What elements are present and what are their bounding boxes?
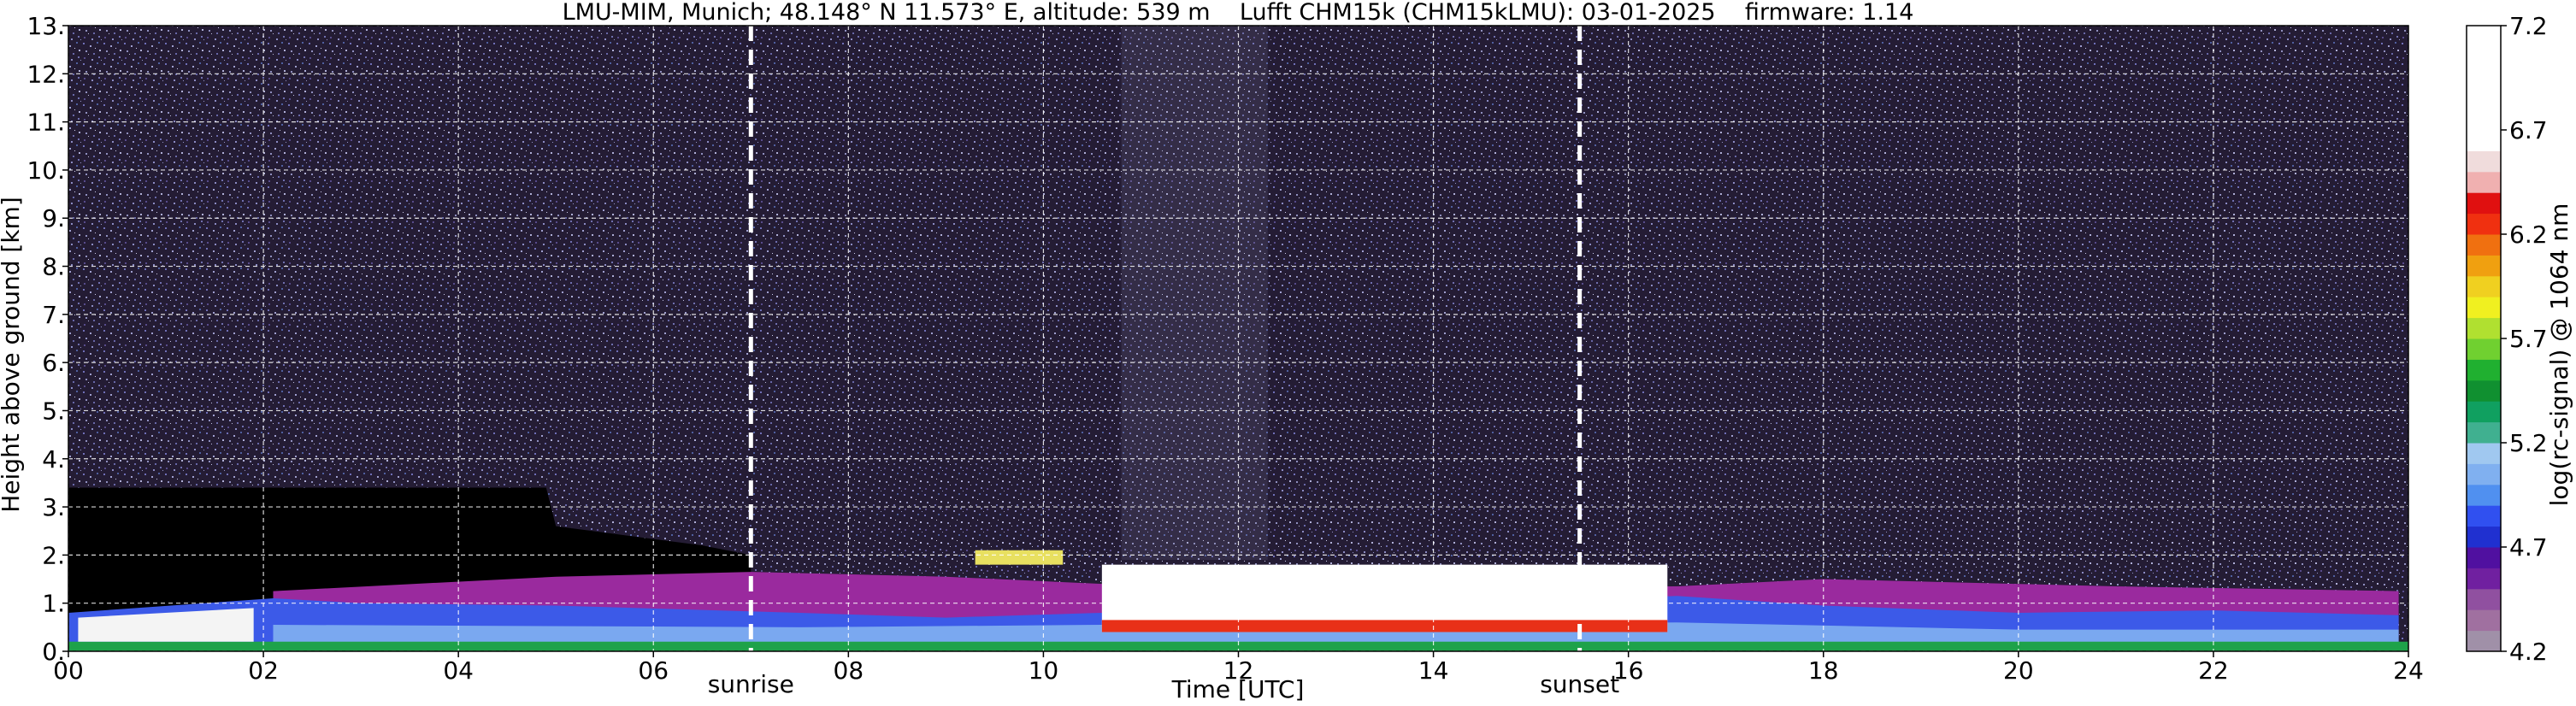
colorbar-segment bbox=[2467, 67, 2501, 89]
colorbar-segment bbox=[2467, 26, 2501, 47]
colorbar-segment bbox=[2467, 401, 2501, 423]
colorbar-segment bbox=[2467, 526, 2501, 548]
colorbar-segment bbox=[2467, 150, 2501, 173]
colorbar-segment bbox=[2467, 443, 2501, 464]
colorbar-segment bbox=[2467, 505, 2501, 527]
colorbar-tick-label: 5.2 bbox=[2509, 429, 2548, 457]
y-tick-label: 1. bbox=[42, 590, 65, 618]
y-tick-label: 9. bbox=[42, 204, 65, 232]
y-tick-label: 6. bbox=[42, 349, 65, 377]
x-tick-label: 04 bbox=[443, 656, 474, 685]
colorbar-tick-label: 6.7 bbox=[2509, 116, 2548, 144]
x-tick-label: 08 bbox=[834, 656, 864, 685]
colorbar-segment bbox=[2467, 421, 2501, 444]
y-tick-label: 10. bbox=[27, 156, 65, 185]
x-tick-label: 22 bbox=[2198, 656, 2229, 685]
colorbar-segment bbox=[2467, 359, 2501, 381]
ceilometer-chart: sunrise sunset 00 02 04 06 08 10 12 14 16 18 20 22 24… bbox=[0, 0, 2573, 703]
colorbar-segment bbox=[2467, 588, 2501, 610]
colorbar-segment bbox=[2467, 379, 2501, 402]
y-tick-label: 12. bbox=[27, 60, 65, 88]
colorbar-tick-label: 4.7 bbox=[2509, 533, 2548, 562]
colorbar-segment bbox=[2467, 297, 2501, 319]
colorbar-segment bbox=[2467, 109, 2501, 131]
colorbar-segment bbox=[2467, 171, 2501, 193]
colorbar-segment bbox=[2467, 213, 2501, 235]
colorbar-tick-label: 7.2 bbox=[2509, 12, 2548, 40]
y-tick-label: 5. bbox=[42, 397, 65, 425]
y-tick-label: 8. bbox=[42, 253, 65, 281]
colorbar-segment bbox=[2467, 192, 2501, 215]
x-tick-label: 16 bbox=[1613, 656, 1644, 685]
event-label-sunset: sunset bbox=[1540, 670, 1619, 698]
event-label-sunrise: sunrise bbox=[708, 670, 794, 698]
chart-title: LMU-MIM, Munich; 48.148° N 11.573° E, al… bbox=[563, 0, 1914, 26]
colorbar-tick-label: 5.7 bbox=[2509, 325, 2548, 353]
y-tick-label: 13. bbox=[27, 12, 65, 40]
colorbar-segment bbox=[2467, 275, 2501, 297]
colorbar-segment bbox=[2467, 130, 2501, 151]
colorbar-segment bbox=[2467, 234, 2501, 256]
y-tick-label: 3. bbox=[42, 493, 65, 521]
colorbar-segment bbox=[2467, 609, 2501, 632]
x-tick-label: 10 bbox=[1029, 656, 1059, 685]
x-axis-label: Time [UTC] bbox=[1171, 675, 1305, 703]
colorbar-segment bbox=[2467, 547, 2501, 568]
y-tick-label: 2. bbox=[42, 541, 65, 569]
colorbar-segment bbox=[2467, 338, 2501, 360]
y-axis-label: Height above ground [km] bbox=[0, 197, 25, 513]
x-tick-label: 02 bbox=[248, 656, 279, 685]
y-tick-label: 11. bbox=[27, 109, 65, 137]
colorbar-segment bbox=[2467, 46, 2501, 68]
cloud-base bbox=[1101, 620, 1668, 632]
colorbar-segment bbox=[2467, 463, 2501, 485]
colorbar-tick-label: 4.2 bbox=[2509, 638, 2548, 666]
elevated-aerosol-layer bbox=[975, 550, 1064, 565]
colorbar-segment bbox=[2467, 255, 2501, 277]
colorbar-segment bbox=[2467, 568, 2501, 590]
y-tick-label: 4. bbox=[42, 445, 65, 474]
colorbar-segment bbox=[2467, 88, 2501, 110]
colorbar-tick-label: 6.2 bbox=[2509, 221, 2548, 249]
colorbar-segment bbox=[2467, 630, 2501, 652]
colorbar-segment bbox=[2467, 484, 2501, 506]
x-tick-label: 06 bbox=[638, 656, 669, 685]
noise-column bbox=[1121, 26, 1268, 561]
x-tick-label: 20 bbox=[2003, 656, 2034, 685]
colorbar-label: log(rc-signal) @ 1064 nm bbox=[2545, 203, 2573, 507]
y-tick-label: 0. bbox=[42, 638, 65, 666]
y-tick-label: 7. bbox=[42, 301, 65, 329]
x-tick-label: 24 bbox=[2393, 656, 2424, 685]
colorbar: 4.2 4.7 5.2 5.7 6.2 6.7 7.2 bbox=[2466, 12, 2548, 666]
colorbar-segment bbox=[2467, 317, 2501, 339]
x-tick-label: 14 bbox=[1418, 656, 1449, 685]
x-tick-label: 18 bbox=[1808, 656, 1839, 685]
